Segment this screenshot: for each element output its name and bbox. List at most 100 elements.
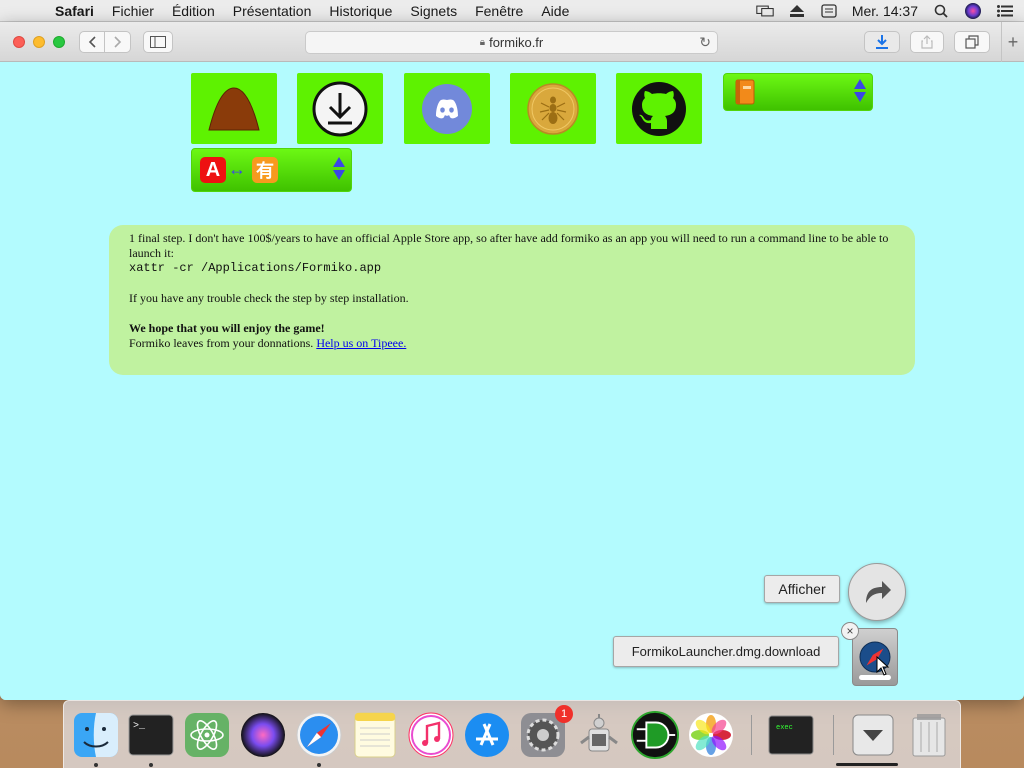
cancel-download-icon[interactable]: × [841,622,859,640]
finder-icon [74,713,118,757]
language-a-icon: A [200,157,226,183]
dock-photos[interactable] [687,711,735,759]
dock-automator[interactable] [575,711,623,759]
input-menu-icon[interactable] [820,4,838,18]
notification-center-icon[interactable] [996,4,1014,18]
language-select[interactable]: A ↔ 有 [191,148,352,192]
menu-fenetre[interactable]: Fenêtre [466,3,532,19]
dock-logisim[interactable] [631,711,679,759]
notes-icon [354,712,396,758]
show-in-finder-button[interactable]: Afficher [764,575,840,603]
dock-finder[interactable] [72,711,120,759]
menu-fichier[interactable]: Fichier [103,3,163,19]
dock-separator [833,715,834,755]
download-tile[interactable] [297,73,383,144]
menu-historique[interactable]: Historique [320,3,401,19]
navigation-buttons [79,31,131,53]
terminal-running-indicator [149,763,153,767]
finder-running-indicator [94,763,98,767]
menu-edition[interactable]: Édition [163,3,224,19]
anthill-icon [208,86,260,130]
minimize-window-button[interactable] [33,36,45,48]
anthill-tile[interactable] [191,73,277,144]
chevron-down-icon [854,92,866,102]
dock-stack-progress-bar [836,763,898,766]
chevron-down-icon [333,170,345,180]
dock-trash[interactable] [905,711,953,759]
curved-arrow-icon [866,581,891,603]
forward-button[interactable] [105,32,130,52]
menu-aide[interactable]: Aide [532,3,578,19]
safari-running-indicator [317,763,321,767]
download-arrow-icon [876,35,888,49]
automator-robot-icon [580,714,618,752]
dock-exec-file[interactable]: exec [767,711,815,759]
download-file-label: FormikoLauncher.dmg.download [613,636,839,667]
svg-text:>_: >_ [133,721,146,732]
zoom-window-button[interactable] [53,36,65,48]
show-tabs-button[interactable] [954,31,990,53]
share-icon [921,35,933,49]
dock-app-store[interactable] [463,711,511,759]
swap-arrow-icon: ↔ [228,159,246,179]
language-kanji-icon: 有 [252,157,278,183]
share-button[interactable] [910,31,944,53]
new-tab-button[interactable]: + [1001,22,1024,62]
dock-system-preferences[interactable]: 1 [519,705,573,759]
guide-select-arrows [854,79,866,102]
book-icon [735,79,755,105]
address-bar[interactable]: 🔒︎ formiko.fr ↻ [305,31,718,54]
spotlight-search-icon[interactable] [932,4,950,18]
close-window-button[interactable] [13,36,25,48]
itunes-icon [408,712,454,758]
final-step-text: 1 final step. I don't have 100$/years to… [129,231,889,260]
enjoy-text: We hope that you will enjoy the game! [129,321,325,335]
terminal-icon: >_ [128,714,174,756]
app-store-icon [465,713,509,757]
lock-icon: 🔒︎ [479,37,486,48]
reveal-download-button[interactable] [848,563,906,621]
menu-app-safari[interactable]: Safari [46,3,103,19]
downloads-button[interactable] [864,31,900,53]
dock-atom[interactable] [183,711,231,759]
dock-downloads-stack[interactable] [849,711,897,759]
donation-text: Formiko leaves from your donnations. [129,336,314,350]
download-icon [312,81,368,136]
downloads-stack-icon [852,714,894,756]
menubar-clock[interactable]: Mer. 14:37 [852,3,918,19]
trouble-text: If you have any trouble check the step b… [129,291,409,305]
dock-terminal[interactable]: >_ [127,711,175,759]
dock-siri[interactable] [239,711,287,759]
menu-signets[interactable]: Signets [401,3,466,19]
dock-safari[interactable] [295,711,343,759]
atom-icon [185,713,229,757]
siri-icon[interactable] [964,3,982,19]
donation-line: Formiko leaves from your donnations. Hel… [129,336,895,351]
tipeee-link[interactable]: Help us on Tipeee. [316,336,406,350]
guide-select[interactable] [723,73,873,111]
screen-mirroring-icon[interactable] [756,4,774,18]
menu-bar: Safari Fichier Édition Présentation Hist… [0,0,1024,22]
system-preferences-badge: 1 [555,705,573,723]
github-tile[interactable] [616,73,702,144]
dock-itunes[interactable] [407,711,455,759]
siri-app-icon [241,713,285,757]
eject-icon[interactable] [788,4,806,18]
sidebar-toggle-button[interactable] [143,31,173,53]
language-select-arrows [333,157,345,180]
photos-icon [689,713,733,757]
back-button[interactable] [80,32,106,52]
command-line-text: xattr -cr /Applications/Formiko.app [129,261,382,275]
dock-separator [751,715,752,755]
reload-icon[interactable]: ↻ [699,34,711,51]
chevron-up-icon [854,79,866,89]
tipeee-coin-tile[interactable] [510,73,596,144]
menu-presentation[interactable]: Présentation [224,3,321,19]
browser-toolbar: 🔒︎ formiko.fr ↻ + [0,22,1024,62]
downloading-file-icon[interactable] [852,628,898,686]
dock-notes[interactable] [351,711,399,759]
discord-tile[interactable] [404,73,490,144]
ant-coin-icon [527,82,579,135]
sidebar-icon [150,36,166,48]
install-instructions-box: 1 final step. I don't have 100$/years to… [109,225,915,375]
